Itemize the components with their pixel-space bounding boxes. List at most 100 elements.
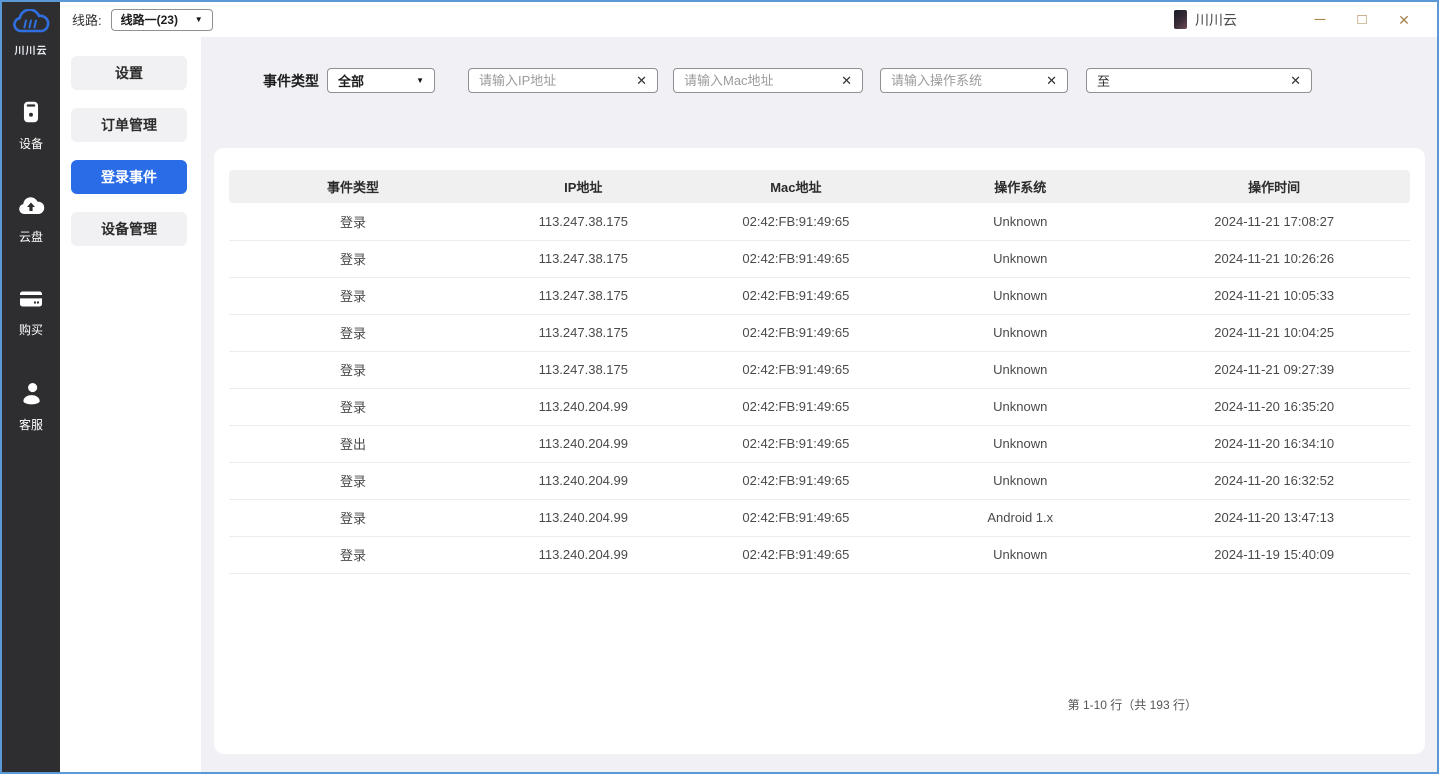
table-cell: 登录 [229,203,477,240]
table-cell: 登录 [229,462,477,499]
table-cell: Unknown [902,425,1138,462]
table-cell: 登出 [229,425,477,462]
col-event-type: 事件类型 [229,170,477,203]
event-type-select[interactable]: 全部 ▼ [327,68,435,93]
window-title: 川川云 [1195,10,1237,30]
table-cell: 2024-11-21 10:05:33 [1138,277,1410,314]
logo-text: 川川云 [15,42,48,57]
rail-item-label: 设备 [19,135,43,152]
table-row: 登录113.247.38.17502:42:FB:91:49:65Unknown… [229,314,1410,351]
device-icon [18,99,44,130]
table-cell: 2024-11-21 10:26:26 [1138,240,1410,277]
table-cell: 02:42:FB:91:49:65 [690,536,903,573]
title-bar-right: 川川云 ─ □ ✕ [1174,5,1437,35]
support-person-icon [18,380,44,411]
table-cell: Unknown [902,462,1138,499]
chevron-down-icon: ▼ [416,77,424,85]
ip-input[interactable] [469,73,632,88]
line-select[interactable]: 线路一(23) ▼ [111,9,213,31]
title-bar: 线路: 线路一(23) ▼ 川川云 ─ □ ✕ [60,2,1437,37]
rail-item-label: 云盘 [19,228,43,245]
table-row: 登录113.240.204.9902:42:FB:91:49:65Unknown… [229,388,1410,425]
table-cell: 02:42:FB:91:49:65 [690,240,903,277]
os-filter-field: ✕ [880,68,1068,93]
table-cell: 登录 [229,388,477,425]
pagination-status: 第 1-10 行（共 193 行） [229,696,1410,713]
menu-item-device-management[interactable]: 设备管理 [71,212,187,246]
table-row: 登录113.240.204.9902:42:FB:91:49:65Unknown… [229,536,1410,573]
table-cell: 113.240.204.99 [477,462,690,499]
table-cell: Unknown [902,536,1138,573]
minimize-button[interactable]: ─ [1299,5,1341,35]
line-label: 线路: [72,10,102,29]
clear-ip-icon[interactable]: ✕ [632,73,657,89]
close-button[interactable]: ✕ [1383,5,1425,35]
menu-item-settings[interactable]: 设置 [71,56,187,90]
table-cell: 2024-11-20 16:32:52 [1138,462,1410,499]
table-cell: Unknown [902,277,1138,314]
table-cell: 登录 [229,536,477,573]
app-logo: 川川云 [11,9,51,57]
rail-item-support[interactable]: 客服 [18,380,44,433]
mac-input[interactable] [674,73,837,88]
table-cell: 登录 [229,240,477,277]
table-cell: 02:42:FB:91:49:65 [690,462,903,499]
table-cell: 02:42:FB:91:49:65 [690,203,903,240]
clear-date-icon[interactable]: ✕ [1286,73,1311,89]
col-time: 操作时间 [1138,170,1410,203]
col-ip: IP地址 [477,170,690,203]
date-range-field[interactable]: 至 ✕ [1086,68,1312,93]
table-cell: 02:42:FB:91:49:65 [690,499,903,536]
menu-item-login-events[interactable]: 登录事件 [71,160,187,194]
table-row: 登录113.247.38.17502:42:FB:91:49:65Unknown… [229,351,1410,388]
table-cell: Unknown [902,388,1138,425]
col-os: 操作系统 [902,170,1138,203]
cloud-disk-icon [17,194,45,223]
os-input[interactable] [881,73,1042,88]
app-taskbar-icon [1174,10,1187,29]
table-cell: 113.247.38.175 [477,314,690,351]
table-cell: 02:42:FB:91:49:65 [690,277,903,314]
table-row: 登录113.247.38.17502:42:FB:91:49:65Unknown… [229,240,1410,277]
table-cell: 2024-11-20 16:35:20 [1138,388,1410,425]
date-range-separator: 至 [1087,71,1286,90]
menu-item-orders[interactable]: 订单管理 [71,108,187,142]
table-row: 登出113.240.204.9902:42:FB:91:49:65Unknown… [229,425,1410,462]
chevron-down-icon: ▼ [195,16,203,24]
table-cell: 登录 [229,351,477,388]
table-header-row: 事件类型 IP地址 Mac地址 操作系统 操作时间 [229,170,1410,203]
table-cell: Unknown [902,351,1138,388]
app-window: 川川云 设备 云盘 [0,0,1439,774]
table-cell: 113.247.38.175 [477,351,690,388]
table-cell: Android 1.x [902,499,1138,536]
table-cell: 02:42:FB:91:49:65 [690,314,903,351]
main-column: 线路: 线路一(23) ▼ 川川云 ─ □ ✕ 设置 订单管理 登录事件 [60,2,1437,772]
table-row: 登录113.240.204.9902:42:FB:91:49:65Unknown… [229,462,1410,499]
event-type-value: 全部 [338,71,364,90]
body-row: 设置 订单管理 登录事件 设备管理 事件类型 全部 ▼ ✕ [60,37,1437,772]
window-controls: ─ □ ✕ [1299,5,1425,35]
content-area: 事件类型 全部 ▼ ✕ ✕ ✕ [201,37,1437,772]
table-row: 登录113.240.204.9902:42:FB:91:49:65Android… [229,499,1410,536]
clear-mac-icon[interactable]: ✕ [837,73,862,89]
icon-rail: 川川云 设备 云盘 [2,2,60,772]
table-cell: 113.240.204.99 [477,388,690,425]
table-cell: 登录 [229,314,477,351]
table-cell: 113.247.38.175 [477,277,690,314]
table-cell: 02:42:FB:91:49:65 [690,425,903,462]
col-mac: Mac地址 [690,170,903,203]
table-cell: Unknown [902,203,1138,240]
rail-item-purchase[interactable]: 购买 [17,287,45,338]
rail-item-label: 购买 [19,321,43,338]
rail-item-cloud-disk[interactable]: 云盘 [17,194,45,245]
maximize-button[interactable]: □ [1341,5,1383,35]
events-card: 事件类型 IP地址 Mac地址 操作系统 操作时间 登录113.247.38.1… [214,148,1425,754]
table-cell: 2024-11-19 15:40:09 [1138,536,1410,573]
mac-filter-field: ✕ [673,68,863,93]
line-select-value: 线路一(23) [121,11,178,28]
table-row: 登录113.247.38.17502:42:FB:91:49:65Unknown… [229,203,1410,240]
table-cell: 2024-11-20 16:34:10 [1138,425,1410,462]
clear-os-icon[interactable]: ✕ [1042,73,1067,89]
table-cell: 113.240.204.99 [477,425,690,462]
rail-item-device[interactable]: 设备 [18,99,44,152]
